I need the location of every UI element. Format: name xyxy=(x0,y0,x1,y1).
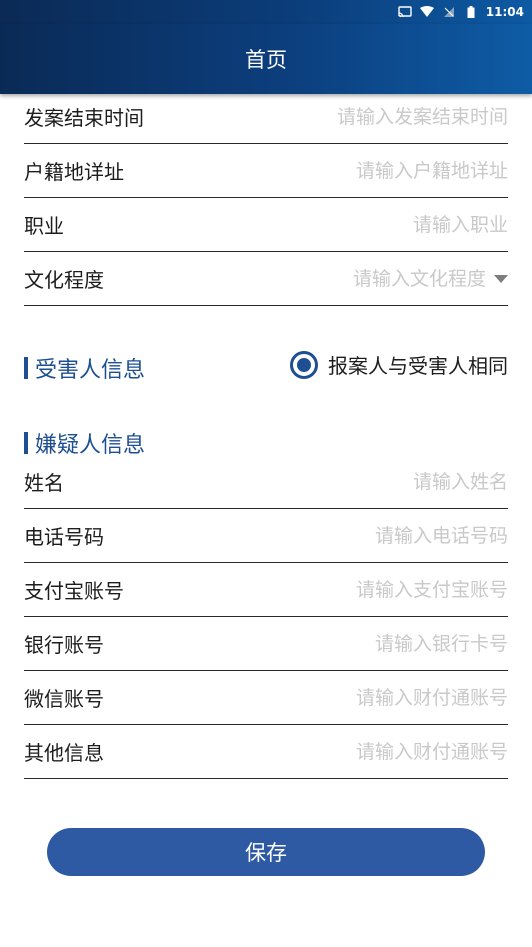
household-address-input[interactable] xyxy=(208,159,508,182)
field-label: 电话号码 xyxy=(24,525,104,549)
radio-dot xyxy=(297,357,311,372)
field-label: 微信账号 xyxy=(24,687,104,711)
field-label: 支付宝账号 xyxy=(24,579,124,603)
form-row-end-time: 发案结束时间 xyxy=(24,90,508,144)
occupation-input[interactable] xyxy=(208,213,508,236)
page-title: 首页 xyxy=(245,48,287,72)
victim-section-title: 受害人信息 xyxy=(24,352,145,384)
victim-section-label: 受害人信息 xyxy=(35,358,146,383)
education-select[interactable] xyxy=(266,267,508,290)
section-accent-bar xyxy=(24,432,28,454)
field-label: 姓名 xyxy=(24,471,64,495)
radio-checked-icon[interactable] xyxy=(290,350,318,379)
form-row-education[interactable]: 文化程度 xyxy=(24,252,508,306)
status-time: 11:04 xyxy=(485,5,524,19)
form-row-suspect-other: 其他信息 xyxy=(24,725,508,779)
section-accent-bar xyxy=(24,357,28,379)
field-label: 职业 xyxy=(24,214,64,238)
field-label: 发案结束时间 xyxy=(24,106,144,130)
field-label: 银行账号 xyxy=(24,633,104,657)
form-row-suspect-wechat: 微信账号 xyxy=(24,671,508,725)
cast-icon xyxy=(398,6,412,18)
suspect-name-input[interactable] xyxy=(208,470,508,493)
status-bar: 11:04 xyxy=(0,0,532,24)
same-as-reporter-radio[interactable]: 报案人与受害人相同 xyxy=(290,350,508,379)
radio-label[interactable]: 报案人与受害人相同 xyxy=(328,350,508,379)
form-row-household-address: 户籍地详址 xyxy=(24,144,508,198)
form-row-suspect-name: 姓名 xyxy=(24,455,508,509)
save-button[interactable]: 保存 xyxy=(47,828,485,876)
app-bar: 首页 xyxy=(0,24,532,94)
wifi-icon xyxy=(419,6,434,18)
form-row-suspect-phone: 电话号码 xyxy=(24,509,508,563)
battery-icon xyxy=(464,6,478,18)
suspect-phone-input[interactable] xyxy=(208,524,508,547)
field-label: 其他信息 xyxy=(24,741,104,765)
dropdown-arrow-icon[interactable] xyxy=(494,274,508,283)
field-label: 文化程度 xyxy=(24,268,104,292)
field-label: 户籍地详址 xyxy=(24,160,124,184)
form-row-suspect-alipay: 支付宝账号 xyxy=(24,563,508,617)
education-input[interactable] xyxy=(266,267,486,290)
end-time-input[interactable] xyxy=(208,105,508,128)
suspect-other-input[interactable] xyxy=(208,740,508,763)
suspect-wechat-input[interactable] xyxy=(208,686,508,709)
form-row-occupation: 职业 xyxy=(24,198,508,252)
suspect-alipay-input[interactable] xyxy=(208,578,508,601)
form-row-suspect-bank: 银行账号 xyxy=(24,617,508,671)
suspect-bank-input[interactable] xyxy=(208,632,508,655)
no-sim-icon xyxy=(442,6,456,18)
